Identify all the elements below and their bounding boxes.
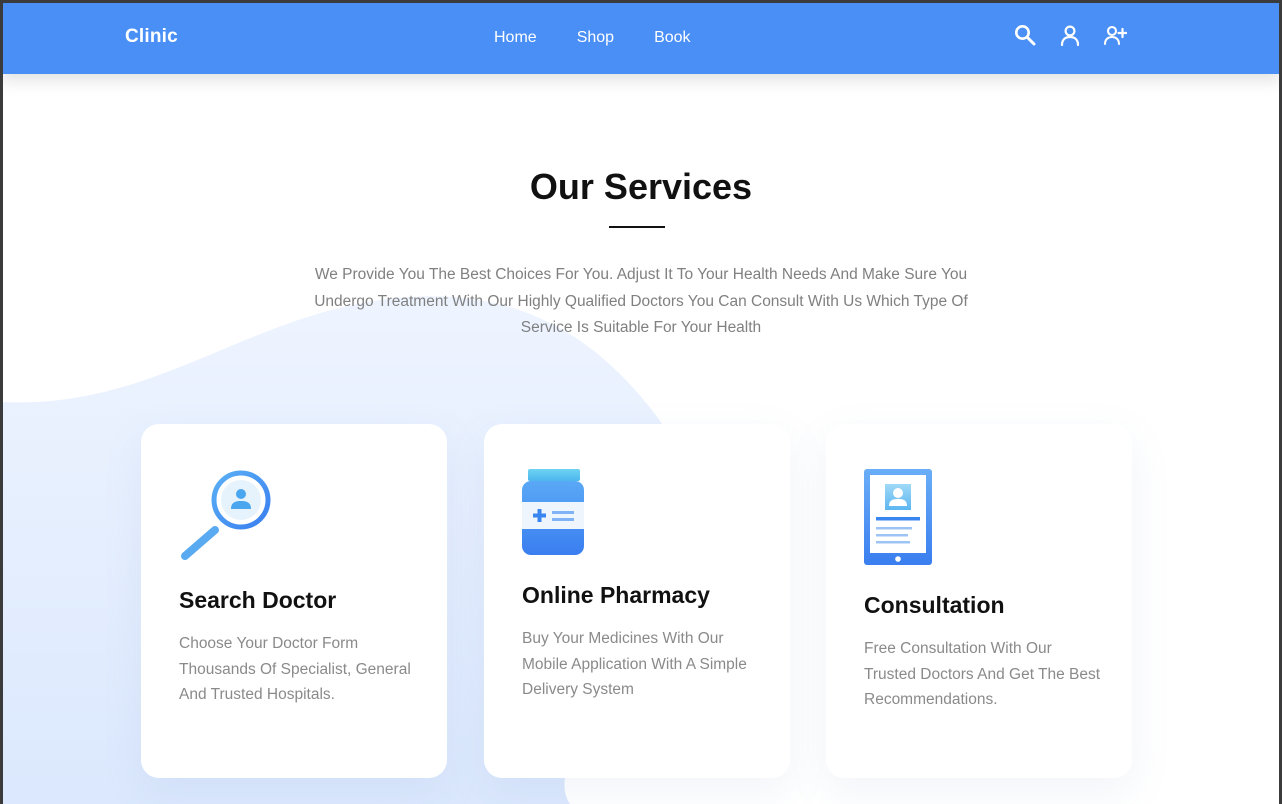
card-description: Free Consultation With Our Trusted Docto… [864,640,1101,708]
card-title: Consultation [864,592,1005,618]
search-icon[interactable] [1013,23,1037,47]
card-title: Search Doctor [179,587,337,613]
user-icon[interactable] [1058,23,1082,47]
medicine-bottle-icon [522,469,584,555]
user-add-icon[interactable] [1103,23,1127,47]
card-title: Online Pharmacy [522,582,710,608]
nav-link-home[interactable]: Home [494,29,537,47]
card-description: Buy Your Medicines With Our Mobile Appli… [522,630,747,698]
nav-icons [1013,23,1127,47]
service-card-consultation[interactable]: Consultation Free Consultation With Our … [826,424,1132,778]
services-subtitle: We Provide You The Best Choices For You.… [314,266,968,336]
nav-links: Home Shop Book [494,29,691,47]
service-card-online-pharmacy[interactable]: Online Pharmacy Buy Your Medicines With … [484,424,790,778]
heading-underline [609,226,665,228]
brand-logo[interactable]: Clinic [125,26,178,48]
nav-link-shop[interactable]: Shop [577,29,614,47]
tablet-profile-icon [864,469,932,565]
top-navbar: Clinic Home Shop Book [0,0,1282,74]
magnifier-doctor-icon [181,470,271,560]
service-card-search-doctor[interactable]: Search Doctor Choose Your Doctor Form Th… [141,424,447,778]
nav-link-book[interactable]: Book [654,29,690,47]
services-heading: Our Services [529,166,753,207]
card-description: Choose Your Doctor Form Thousands Of Spe… [179,635,411,703]
